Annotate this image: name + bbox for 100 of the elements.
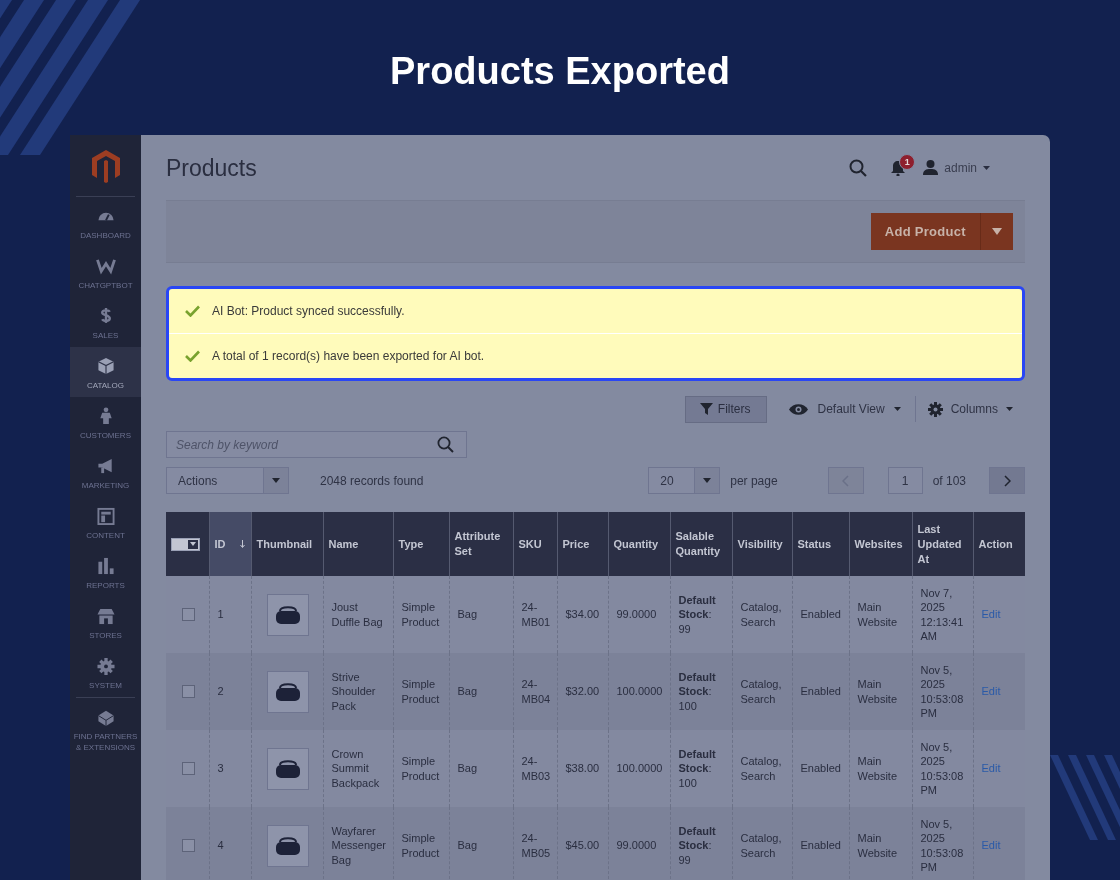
table-cell: Catalog, Search [740, 755, 782, 782]
records-count: 2048 records found [320, 473, 425, 488]
table-cell: Bag [457, 608, 478, 621]
sidebar-item[interactable]: MARKETING [70, 447, 141, 497]
menu-icon [95, 557, 116, 575]
column-header[interactable]: Name [323, 512, 393, 576]
filters-button[interactable]: Filters [684, 395, 768, 423]
table-cell: Nov 5, 2025 10:53:08 PM [920, 663, 964, 719]
column-header[interactable]: Last Updated At [912, 512, 973, 576]
sidebar-item[interactable]: CATALOG [70, 347, 141, 397]
view-switcher[interactable]: Default View [789, 402, 915, 416]
page-size-dropdown[interactable]: 20 [648, 467, 721, 494]
column-header[interactable]: Salable Quantity [670, 512, 732, 576]
menu-icon [95, 507, 116, 525]
previous-page-button[interactable] [827, 467, 864, 494]
column-header[interactable]: Quantity [608, 512, 670, 576]
table-cell: 3 [217, 762, 224, 775]
column-header[interactable]: Status [792, 512, 849, 576]
sidebar-item[interactable]: CHATGPTBOT [70, 247, 141, 297]
table-cell: 24-MB01 [521, 601, 551, 628]
table-cell: Joust Duffle Bag [331, 601, 383, 628]
row-checkbox[interactable] [182, 685, 195, 698]
table-cell: Simple Product [401, 755, 440, 782]
table-cell: Simple Product [401, 832, 440, 859]
table-cell: Default Stock: 100 [678, 747, 716, 789]
per-page-label: per page [730, 473, 778, 488]
actions-dropdown[interactable]: Actions [166, 467, 289, 494]
sort-arrow-icon [239, 540, 245, 548]
mass-select-control[interactable] [171, 537, 200, 551]
caret-icon [190, 542, 196, 546]
magento-logo [90, 148, 121, 183]
menu-icon [95, 357, 116, 375]
keyword-search-field[interactable]: Search by keyword [166, 431, 467, 458]
table-cell: Nov 5, 2025 10:53:08 PM [920, 817, 964, 873]
bag-silhouette-icon [274, 680, 301, 703]
funnel-icon [699, 403, 713, 415]
column-header[interactable]: ID [209, 512, 251, 576]
caret-icon [703, 478, 712, 483]
success-message: AI Bot: Product synced successfully. [212, 304, 405, 318]
table-cell: $34.00 [565, 608, 600, 621]
columns-control[interactable]: Columns [927, 401, 1013, 417]
column-header[interactable]: Thumbnail [251, 512, 323, 576]
row-checkbox[interactable] [182, 839, 195, 852]
sidebar-item[interactable]: FIND PARTNERS & EXTENSIONS [70, 698, 141, 759]
table-cell: Enabled [800, 685, 841, 698]
table-cell: Wayfarer Messenger Bag [331, 824, 386, 866]
sidebar-item[interactable]: STORES [70, 597, 141, 647]
table-cell: 24-MB04 [521, 678, 551, 705]
edit-link[interactable]: Edit [981, 762, 1001, 775]
table-cell: Default Stock: 100 [678, 670, 716, 712]
sidebar-item[interactable]: REPORTS [70, 547, 141, 597]
menu-icon [95, 708, 116, 726]
sidebar-item[interactable]: SYSTEM [70, 647, 141, 697]
eye-icon [789, 403, 809, 415]
table-cell: Enabled [800, 762, 841, 775]
gear-icon [927, 401, 943, 417]
user-menu[interactable]: admin [923, 160, 990, 175]
sidebar-item[interactable]: CUSTOMERS [70, 397, 141, 447]
column-header[interactable]: Price [557, 512, 608, 576]
sidebar-item[interactable]: DASHBOARD [70, 197, 141, 247]
table-cell: Bag [457, 839, 478, 852]
search-icon [849, 158, 868, 177]
table-cell: Catalog, Search [740, 601, 782, 628]
column-header[interactable]: SKU [513, 512, 557, 576]
table-cell: Main Website [857, 601, 898, 628]
bag-silhouette-icon [274, 757, 301, 780]
page-number-field[interactable]: 1 [887, 467, 923, 494]
table-cell: 100.0000 [616, 685, 663, 698]
table-cell: Nov 7, 2025 12:13:41 AM [920, 586, 964, 642]
caret-icon [1006, 407, 1013, 411]
caret-icon [272, 478, 280, 483]
row-checkbox[interactable] [182, 762, 195, 775]
column-header[interactable]: Attribute Set [449, 512, 513, 576]
next-page-button[interactable] [989, 467, 1025, 494]
table-cell: Default Stock: 99 [678, 593, 716, 635]
page-title: Products Exported [390, 49, 730, 94]
menu-icon [95, 657, 116, 675]
bag-silhouette-icon [274, 603, 301, 626]
column-header[interactable]: Visibility [732, 512, 792, 576]
table-cell: $45.00 [565, 839, 600, 852]
table-cell: $32.00 [565, 685, 600, 698]
row-checkbox[interactable] [182, 608, 195, 621]
sidebar-item[interactable]: CONTENT [70, 497, 141, 547]
caret-icon [983, 165, 990, 170]
edit-link[interactable]: Edit [981, 608, 1001, 621]
column-header[interactable]: Websites [849, 512, 912, 576]
table-cell: 24-MB05 [521, 832, 551, 859]
success-message: A total of 1 record(s) have been exported for AI bot. [212, 349, 485, 363]
sidebar-item[interactable]: SALES [70, 297, 141, 347]
table-cell: Bag [457, 685, 478, 698]
table-cell: Strive Shoulder Pack [331, 670, 376, 712]
table-cell: Enabled [800, 839, 841, 852]
table-cell: Simple Product [401, 678, 440, 705]
page-total: of 103 [932, 473, 966, 488]
check-icon [185, 350, 200, 362]
column-header[interactable]: Action [973, 512, 1025, 576]
table-cell: Main Website [857, 755, 898, 782]
column-header[interactable]: Type [393, 512, 449, 576]
table-cell: $38.00 [565, 762, 600, 775]
bag-silhouette-icon [274, 834, 301, 857]
